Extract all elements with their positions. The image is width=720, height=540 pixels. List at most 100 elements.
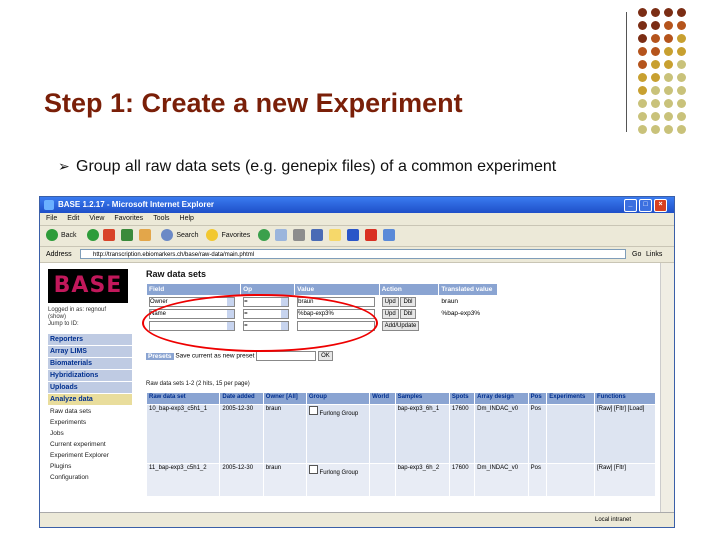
results-header-cell[interactable]: Array design: [474, 392, 529, 405]
results-header-cell[interactable]: Experiments: [546, 392, 595, 405]
decorative-dot: [638, 73, 647, 82]
favorites-button[interactable]: Favorites: [221, 232, 250, 239]
row-checkbox[interactable]: [308, 406, 318, 415]
refresh-icon[interactable]: [121, 229, 134, 242]
login-line: Logged in as: regnouf: [48, 307, 107, 313]
nav-item-uploads[interactable]: Uploads: [48, 382, 132, 393]
history-icon[interactable]: [258, 229, 271, 242]
add-update-button[interactable]: Add/Update: [381, 320, 420, 331]
results-header-cell[interactable]: Date added: [219, 392, 264, 405]
menu-item-favorites[interactable]: Favorites: [114, 215, 143, 222]
back-arrow-icon[interactable]: [46, 229, 58, 242]
status-bar: Local intranet: [40, 512, 674, 527]
nav-item-jobs[interactable]: Jobs: [48, 428, 132, 439]
decorative-dot: [677, 21, 686, 30]
results-header-cell[interactable]: Samples: [394, 392, 450, 405]
double-button[interactable]: Dbl: [400, 296, 416, 307]
back-button[interactable]: Back: [61, 232, 77, 239]
double-button[interactable]: Dbl: [400, 308, 416, 319]
decorative-dot: [651, 21, 660, 30]
decorative-dot: [677, 125, 686, 134]
decorative-dot: [677, 99, 686, 108]
update-button[interactable]: Upd: [381, 308, 399, 319]
nav-item-experiment-explorer[interactable]: Experiment Explorer: [48, 450, 132, 461]
nav-item-experiments[interactable]: Experiments: [48, 417, 132, 428]
go-button[interactable]: Go: [632, 247, 641, 262]
search-icon[interactable]: [161, 229, 174, 242]
nav-item-array-lims[interactable]: Array LIMS: [48, 346, 132, 357]
home-icon[interactable]: [139, 229, 152, 242]
decorative-dot: [651, 112, 660, 121]
address-input[interactable]: http://transcription.ebiomarkers.ch/base…: [80, 249, 626, 259]
menu-item-tools[interactable]: Tools: [153, 215, 169, 222]
edit-icon[interactable]: [311, 229, 324, 242]
raw-data-set-link[interactable]: 11_bap-exp3_c5h1_2: [145, 463, 221, 497]
update-button[interactable]: Upd: [381, 296, 399, 307]
menu-item-file[interactable]: File: [46, 215, 57, 222]
array-design-link[interactable]: Dm_INDAC_v0: [474, 404, 529, 464]
menu-bar: File Edit View Favorites Tools Help: [40, 213, 674, 226]
login-line: (show): [48, 314, 67, 320]
results-header-cell[interactable]: Owner [All]: [262, 392, 307, 405]
preset-ok-button[interactable]: OK: [318, 351, 333, 361]
favorites-star-icon[interactable]: [206, 229, 219, 242]
links-button[interactable]: Links: [646, 247, 662, 262]
messenger-icon[interactable]: [364, 229, 377, 242]
close-icon[interactable]: ×: [654, 199, 667, 212]
highlight-ellipse: [142, 294, 378, 352]
menu-item-view[interactable]: View: [89, 215, 104, 222]
nav-list: Reporters Array LIMS Biomaterials Hybridiza…: [48, 334, 132, 483]
nav-item-biomaterials[interactable]: Biomaterials: [48, 358, 132, 369]
nav-item-raw-data-sets[interactable]: Raw data sets: [48, 406, 132, 417]
forward-arrow-icon[interactable]: [86, 229, 99, 242]
search-button[interactable]: Search: [176, 232, 198, 239]
arrow-bullet-icon: ➢: [58, 158, 70, 174]
decorative-dot: [664, 60, 673, 69]
results-header-cell[interactable]: Spots: [448, 392, 476, 405]
group-cell: Furlong Group: [305, 404, 371, 464]
preset-name-input[interactable]: [256, 351, 317, 361]
menu-item-edit[interactable]: Edit: [67, 215, 79, 222]
decorative-dot: [638, 112, 647, 121]
decorative-dot: [638, 99, 647, 108]
bullet-text: Group all raw data sets (e.g. genepix fi…: [76, 158, 557, 175]
functions-links[interactable]: [Raw] [Fltr]: [594, 463, 656, 497]
nav-item-configuration[interactable]: Configuration: [48, 472, 132, 483]
maximize-icon[interactable]: □: [639, 199, 652, 212]
minimize-icon[interactable]: _: [624, 199, 637, 212]
nav-item-reporters[interactable]: Reporters: [48, 334, 132, 345]
menu-item-help[interactable]: Help: [180, 215, 194, 222]
samples-link[interactable]: bap-exp3_6h_2: [394, 463, 450, 497]
action-cell: Upd Dbl: [378, 295, 440, 308]
vertical-scrollbar[interactable]: [660, 263, 674, 513]
slide-title: Step 1: Create a new Experiment: [44, 88, 463, 118]
raw-data-set-link[interactable]: 10_bap-exp3_c5h1_1: [145, 404, 221, 464]
nav-item-hybridizations[interactable]: Hybridizations: [48, 370, 132, 381]
group-text: Furlong Group: [319, 470, 359, 476]
results-header-cell[interactable]: World: [369, 392, 396, 405]
presets-text: Save current as new preset: [175, 352, 255, 360]
array-design-link[interactable]: Dm_INDAC_v0: [474, 463, 529, 497]
row-checkbox[interactable]: [308, 465, 318, 474]
stop-icon[interactable]: [103, 229, 116, 242]
functions-links[interactable]: [Raw] [Fltr] [Load]: [594, 404, 656, 464]
nav-item-analyze-data[interactable]: Analyze data: [48, 394, 132, 405]
results-header-cell[interactable]: Group: [305, 392, 371, 405]
decorative-dot: [677, 73, 686, 82]
folder-icon[interactable]: [329, 229, 342, 242]
pos-cell: Pos: [527, 404, 548, 464]
decorative-dot: [651, 8, 660, 17]
results-table: Raw data set Date added Owner [All] Group Wo…: [145, 392, 656, 497]
bluetooth-icon[interactable]: [346, 229, 359, 242]
research-icon[interactable]: [382, 229, 395, 242]
title-divider: [626, 12, 627, 132]
results-header-cell[interactable]: Raw data set: [145, 392, 221, 405]
results-header-cell[interactable]: Pos: [527, 392, 548, 405]
print-icon[interactable]: [293, 229, 306, 242]
nav-item-plugins[interactable]: Plugins: [48, 461, 132, 472]
group-cell: Furlong Group: [305, 463, 371, 497]
mail-icon[interactable]: [275, 229, 288, 242]
results-header-cell[interactable]: Functions: [594, 392, 656, 405]
nav-item-current-experiment[interactable]: Current experiment: [48, 439, 132, 450]
samples-link[interactable]: bap-exp3_6h_1: [394, 404, 450, 464]
